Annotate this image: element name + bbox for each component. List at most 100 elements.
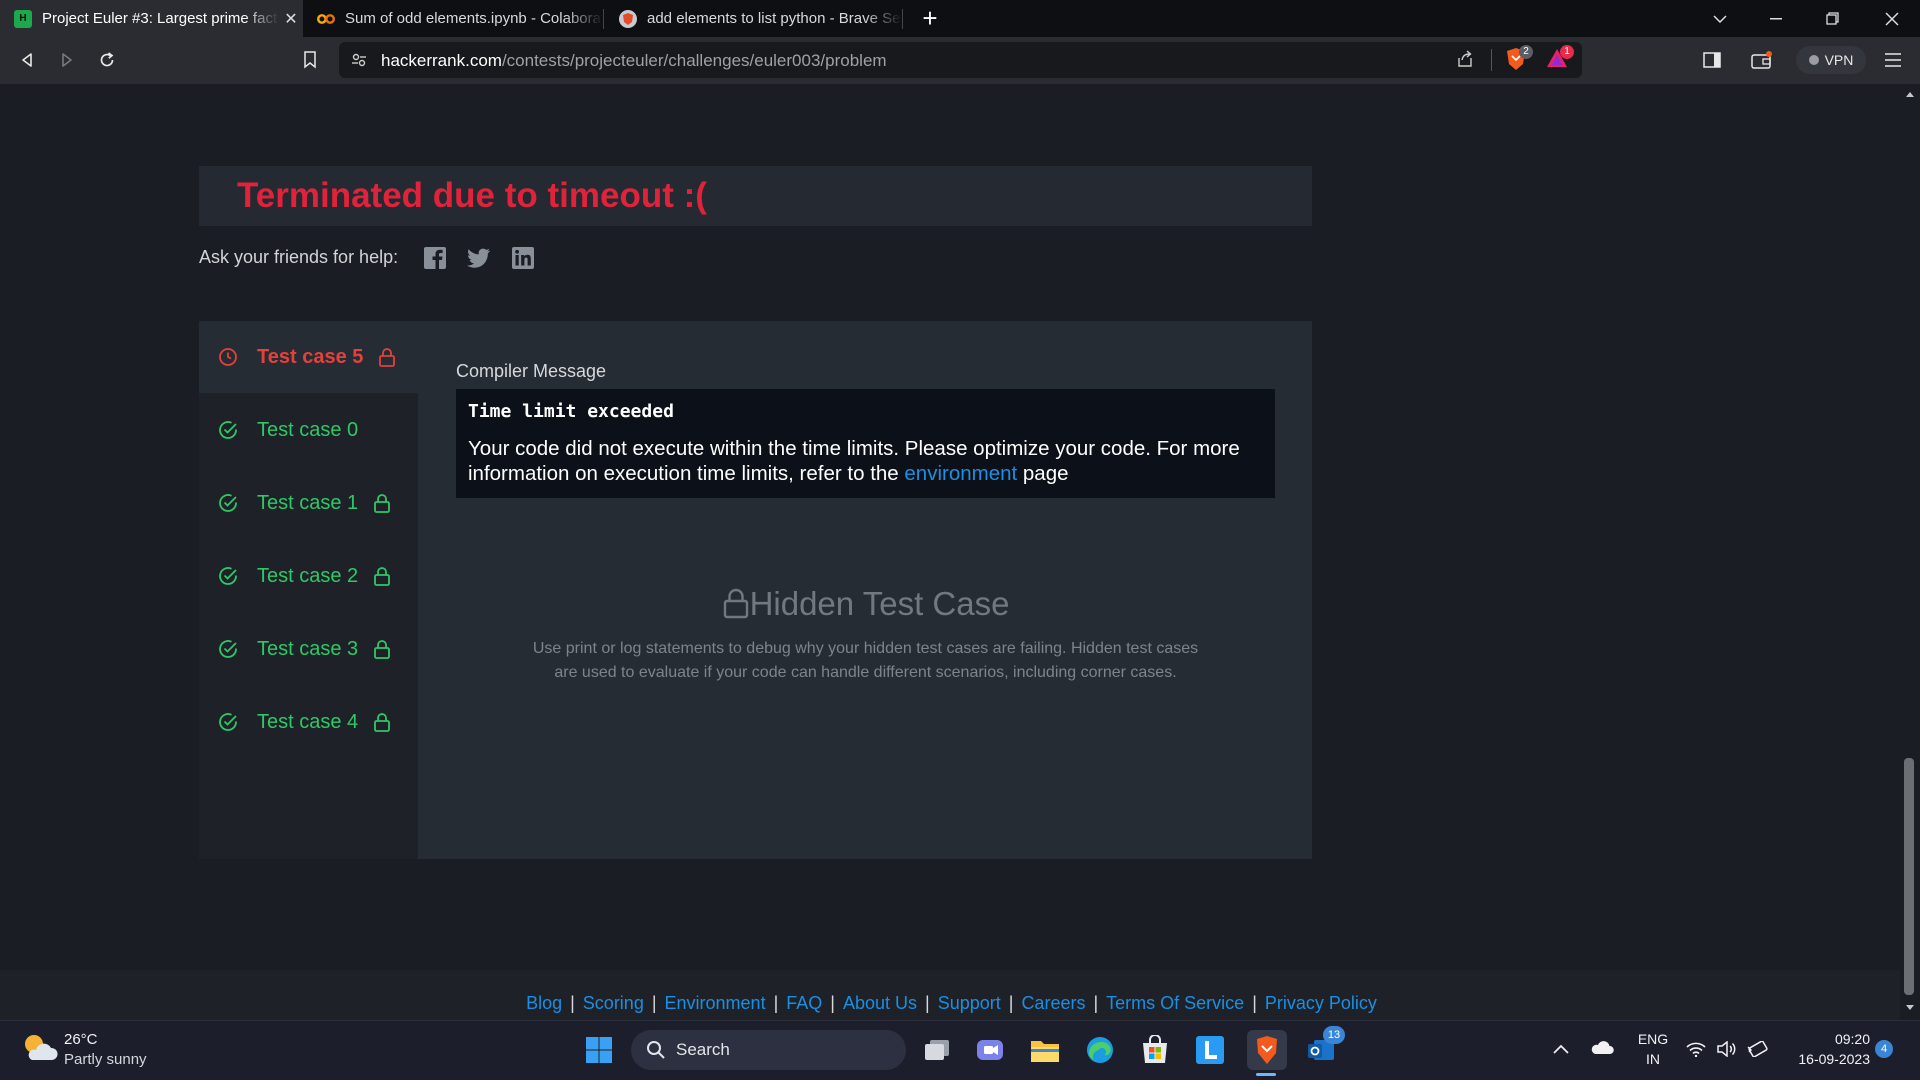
browser-tab-bar: H Project Euler #3: Largest prime factor… — [0, 0, 1920, 37]
environment-link[interactable]: environment — [904, 462, 1017, 485]
test-case-item-0[interactable]: Test case 0 — [199, 394, 418, 466]
vpn-button[interactable]: VPN — [1796, 46, 1866, 74]
brave-rewards-icon[interactable]: 1 — [1546, 45, 1574, 73]
close-tab-icon[interactable]: ✕ — [279, 9, 303, 29]
forward-icon[interactable] — [53, 46, 81, 74]
footer-link-scoring[interactable]: Scoring — [583, 993, 644, 1013]
task-view-icon[interactable] — [919, 1032, 955, 1068]
footer-separator: | — [1252, 993, 1257, 1013]
tab-divider — [902, 9, 903, 29]
footer-separator: | — [570, 993, 575, 1013]
footer-separator: | — [651, 993, 657, 1013]
compiler-message-heading: Time limit exceeded — [468, 401, 674, 422]
battery-icon[interactable] — [1746, 1040, 1768, 1062]
test-case-item-5[interactable]: Test case 5 — [199, 321, 418, 393]
weather-widget-icon[interactable] — [20, 1030, 60, 1070]
check-circle-icon — [219, 567, 237, 585]
vpn-status-icon — [1808, 55, 1819, 65]
test-case-item-3[interactable]: Test case 3 — [199, 613, 418, 685]
restore-window-icon[interactable] — [1804, 0, 1860, 37]
check-circle-icon — [219, 494, 237, 512]
hidden-test-case-text: Hidden Test Case — [749, 585, 1010, 622]
test-case-item-1[interactable]: Test case 1 — [199, 467, 418, 539]
tab-brave-search[interactable]: add elements to list python - Brave Sear… — [605, 0, 902, 37]
compiler-message-body: Your code did not execute within the tim… — [468, 436, 1268, 486]
show-hidden-icons-icon[interactable] — [1553, 1041, 1569, 1059]
test-case-item-2[interactable]: Test case 2 — [199, 540, 418, 612]
sidebar-toggle-icon[interactable] — [1698, 46, 1726, 74]
teams-chat-icon[interactable] — [972, 1032, 1008, 1068]
tab-title: add elements to list python - Brave Sear… — [647, 10, 902, 27]
tab-title: Sum of odd elements.ipynb - Colaboratory — [345, 10, 603, 27]
weather-description[interactable]: Partly sunny — [64, 1051, 147, 1068]
notification-count-badge[interactable]: 4 — [1875, 1040, 1893, 1058]
test-case-label: Test case 1 — [257, 491, 359, 514]
language-indicator-top[interactable]: ENG — [1635, 1031, 1671, 1047]
brave-shields-icon[interactable]: 2 — [1505, 45, 1533, 73]
brave-browser-taskbar-icon[interactable] — [1247, 1030, 1287, 1070]
hackerrank-icon: H — [14, 9, 32, 28]
address-bar[interactable]: hackerrank.com/contests/projecteuler/cha… — [339, 42, 1582, 78]
bookmark-icon[interactable] — [296, 46, 324, 74]
onedrive-icon[interactable] — [1590, 1039, 1614, 1060]
wifi-icon[interactable] — [1686, 1041, 1706, 1062]
colab-icon — [317, 10, 335, 28]
file-explorer-icon[interactable] — [1027, 1032, 1063, 1068]
footer-separator: | — [925, 993, 930, 1013]
test-case-item-4[interactable]: Test case 4 — [199, 686, 418, 758]
footer-link-environment[interactable]: Environment — [665, 993, 766, 1013]
compiler-message-box: Time limit exceeded Your code did not ex… — [456, 389, 1275, 498]
back-icon[interactable] — [13, 46, 41, 74]
weather-temperature[interactable]: 26°C — [64, 1031, 98, 1048]
clock-time[interactable]: 09:20 — [1782, 1031, 1870, 1047]
compiler-message-text-end: page — [1017, 462, 1069, 485]
scroll-down-icon[interactable] — [1905, 1004, 1915, 1012]
test-case-label: Test case 4 — [257, 710, 359, 733]
hidden-test-case-description: Use print or log statements to debug why… — [532, 640, 1199, 681]
share-icon[interactable] — [1456, 50, 1474, 73]
twitter-icon[interactable] — [466, 245, 492, 271]
close-window-icon[interactable] — [1864, 0, 1920, 37]
compiler-message-label: Compiler Message — [456, 361, 607, 381]
language-indicator-bottom[interactable]: IN — [1635, 1051, 1671, 1067]
lock-icon — [723, 588, 748, 619]
tab-colab[interactable]: Sum of odd elements.ipynb - Colaboratory — [303, 0, 603, 37]
taskbar-search-box[interactable]: Search — [631, 1030, 906, 1070]
help-label: Ask your friends for help: — [199, 247, 399, 267]
edge-browser-icon[interactable] — [1082, 1032, 1118, 1068]
tab-hackerrank[interactable]: H Project Euler #3: Largest prime factor… — [0, 0, 303, 37]
check-circle-icon — [219, 640, 237, 658]
footer-link-faq[interactable]: FAQ — [786, 993, 822, 1013]
volume-icon[interactable] — [1716, 1040, 1738, 1062]
facebook-icon[interactable] — [422, 245, 448, 271]
lock-icon — [374, 567, 391, 586]
footer-link-blog[interactable]: Blog — [526, 993, 562, 1013]
wallet-icon[interactable] — [1748, 46, 1776, 74]
clock-date[interactable]: 16-09-2023 — [1782, 1051, 1870, 1067]
menu-icon[interactable] — [1879, 46, 1907, 74]
footer-link-terms[interactable]: Terms Of Service — [1106, 993, 1244, 1013]
new-tab-button[interactable]: + — [916, 4, 944, 32]
footer-link-support[interactable]: Support — [938, 993, 1001, 1013]
outlook-mail-icon[interactable]: 13 — [1303, 1026, 1345, 1068]
footer-link-privacy[interactable]: Privacy Policy — [1265, 993, 1377, 1013]
scroll-up-icon[interactable] — [1905, 90, 1915, 98]
site-settings-icon[interactable] — [351, 52, 367, 73]
tab-list-dropdown-icon[interactable] — [1692, 0, 1748, 37]
l-app-icon[interactable] — [1192, 1032, 1228, 1068]
vpn-label: VPN — [1824, 52, 1854, 68]
search-icon — [647, 1041, 665, 1059]
windows-start-icon[interactable] — [581, 1032, 617, 1068]
minimize-window-icon[interactable] — [1748, 0, 1804, 37]
footer-separator: | — [830, 993, 835, 1013]
footer-link-about-us[interactable]: About Us — [843, 993, 917, 1013]
microsoft-store-icon[interactable] — [1137, 1032, 1173, 1068]
scrollbar-thumb[interactable] — [1904, 758, 1914, 995]
active-app-indicator — [1256, 1073, 1276, 1076]
footer-separator: | — [1008, 993, 1014, 1013]
url-path: /contests/projecteuler/challenges/euler0… — [501, 51, 887, 70]
hidden-test-case-title: Hidden Test Case — [456, 585, 1275, 623]
footer-link-careers[interactable]: Careers — [1021, 993, 1085, 1013]
linkedin-icon[interactable] — [510, 245, 536, 271]
reload-icon[interactable] — [93, 46, 121, 74]
